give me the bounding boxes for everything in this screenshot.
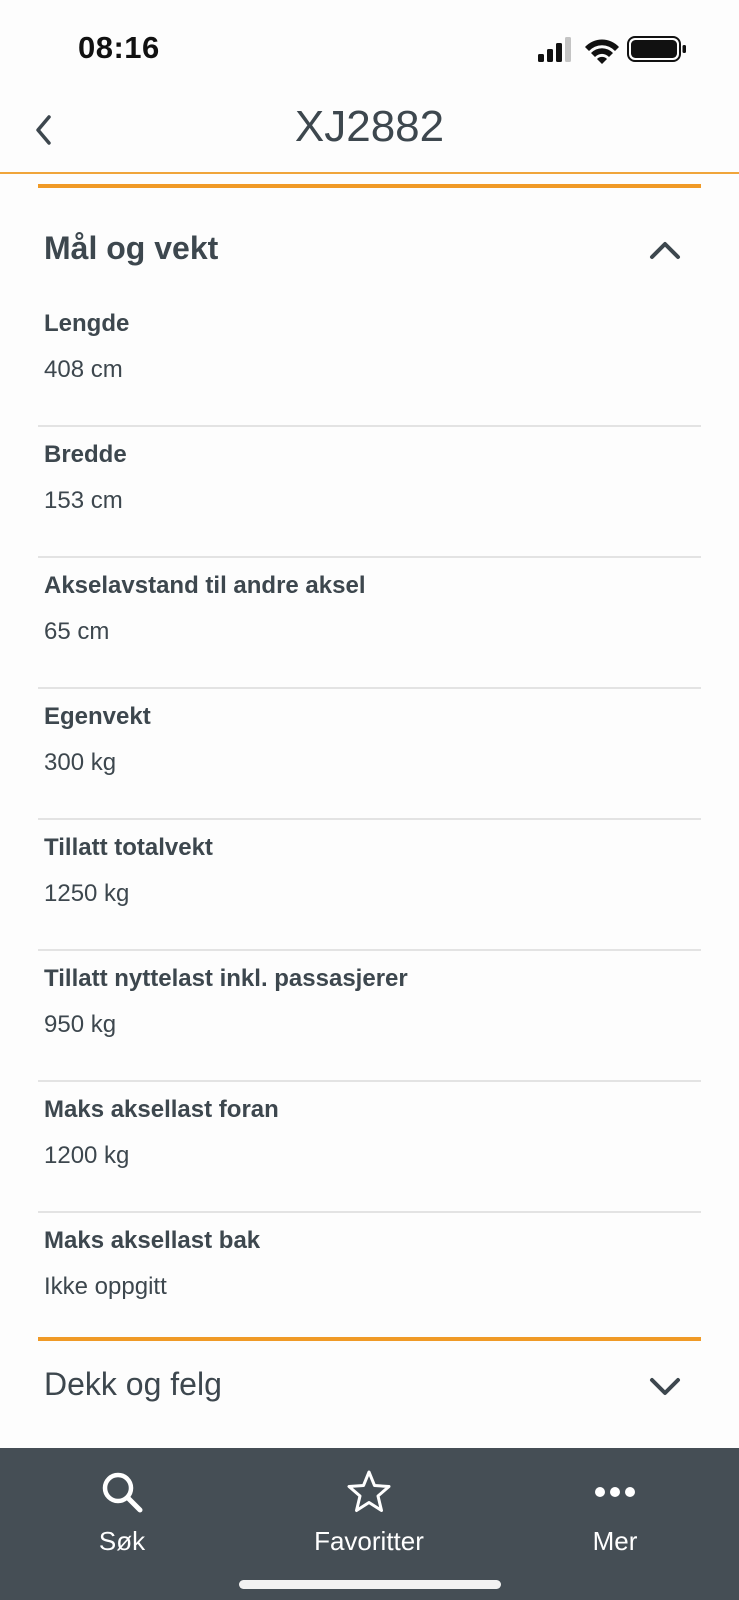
spec-value: 408 cm xyxy=(44,356,123,383)
list-item: Egenvekt 300 kg xyxy=(38,689,701,820)
spec-value: 1250 kg xyxy=(44,880,130,907)
nav-bar: XJ2882 xyxy=(0,90,739,174)
spec-label: Maks aksellast foran xyxy=(44,1096,279,1123)
dimensions-list: Lengde 408 cm Bredde 153 cm Akselavstand… xyxy=(38,296,701,1344)
list-item: Lengde 408 cm xyxy=(38,296,701,427)
spec-value: 300 kg xyxy=(44,749,117,776)
spec-label: Lengde xyxy=(44,310,130,337)
star-icon xyxy=(347,1470,391,1512)
spec-label: Egenvekt xyxy=(44,703,151,730)
section-title-dimensions: Mål og vekt xyxy=(44,230,219,266)
section-header-tires[interactable]: Dekk og felg xyxy=(38,1344,701,1424)
list-item: Maks aksellast foran 1200 kg xyxy=(38,1082,701,1213)
signal-icon xyxy=(538,37,571,62)
tab-label-more: Mer xyxy=(592,1526,638,1556)
spec-label: Maks aksellast bak xyxy=(44,1227,261,1254)
section-divider-bottom xyxy=(38,1337,701,1341)
list-item: Bredde 153 cm xyxy=(38,427,701,558)
spec-label: Akselavstand til andre aksel xyxy=(44,572,366,599)
tab-bar: Søk Favoritter Mer xyxy=(0,1448,739,1600)
spec-label: Bredde xyxy=(44,441,127,468)
spec-value: 950 kg xyxy=(44,1011,117,1038)
section-header-dimensions[interactable]: Mål og vekt xyxy=(38,208,701,288)
wifi-icon xyxy=(585,39,619,64)
more-icon xyxy=(595,1487,635,1497)
spec-value: 1200 kg xyxy=(44,1142,130,1169)
spec-value: 153 cm xyxy=(44,487,123,514)
vehicle-details-content[interactable]: Mål og vekt Lengde 408 cm Bredde 153 cm … xyxy=(0,176,739,1448)
home-indicator xyxy=(239,1580,501,1589)
spec-label: Tillatt totalvekt xyxy=(44,834,213,861)
spec-value: 65 cm xyxy=(44,618,110,645)
search-icon xyxy=(102,1472,143,1513)
status-time: 08:16 xyxy=(78,30,160,65)
chevron-up-icon xyxy=(650,242,680,259)
spec-label: Tillatt nyttelast inkl. passasjerer xyxy=(44,965,408,992)
status-bar: 08:16 xyxy=(0,0,739,90)
tab-more[interactable]: Mer xyxy=(525,1468,705,1578)
section-divider-top xyxy=(38,184,701,188)
tab-label-search: Søk xyxy=(98,1526,146,1556)
list-item: Akselavstand til andre aksel 65 cm xyxy=(38,558,701,689)
page-title: XJ2882 xyxy=(294,102,445,151)
chevron-down-icon xyxy=(650,1378,680,1395)
section-title-tires: Dekk og felg xyxy=(44,1366,222,1402)
tab-label-favorites: Favoritter xyxy=(314,1526,424,1556)
list-item: Maks aksellast bak Ikke oppgitt xyxy=(38,1213,701,1344)
list-item: Tillatt nyttelast inkl. passasjerer 950 … xyxy=(38,951,701,1082)
tab-search[interactable]: Søk xyxy=(32,1468,212,1578)
spec-value: Ikke oppgitt xyxy=(44,1273,167,1300)
battery-icon xyxy=(627,36,686,62)
list-item: Tillatt totalvekt 1250 kg xyxy=(38,820,701,951)
status-icons xyxy=(538,36,686,64)
tab-favorites[interactable]: Favoritter xyxy=(279,1468,459,1578)
